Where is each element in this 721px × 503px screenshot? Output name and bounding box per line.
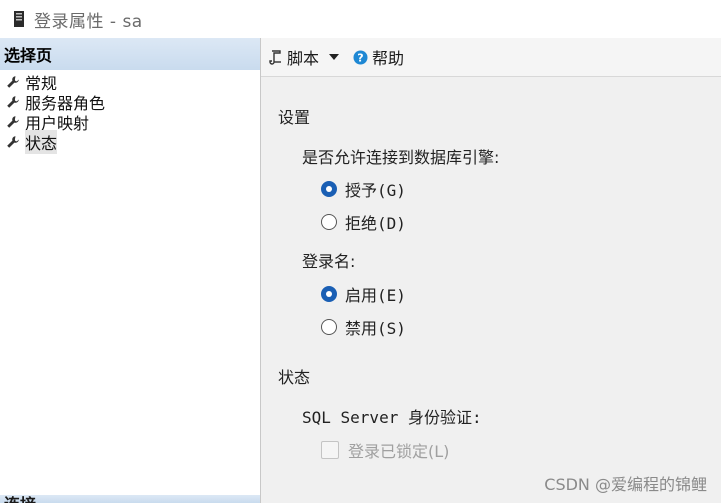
login-locked-checkbox xyxy=(321,441,339,459)
help-icon: ? xyxy=(353,50,368,64)
grant-radio[interactable] xyxy=(321,181,337,197)
deny-radio-row[interactable]: 拒绝(D) xyxy=(321,210,406,234)
deny-radio[interactable] xyxy=(321,214,337,230)
settings-section-title: 设置 xyxy=(278,108,311,127)
properties-pane: 脚本 ? 帮助 设置 是否允许连接到数据库引擎: 授予(G) 拒绝(D) 登录名… xyxy=(261,38,721,503)
page-item-label: 状态 xyxy=(25,130,58,154)
help-button[interactable]: ? 帮助 xyxy=(353,45,404,69)
enable-radio[interactable] xyxy=(321,286,337,302)
wrench-icon xyxy=(7,76,19,88)
page-list: 常规 服务器角色 用户映射 状态 xyxy=(0,70,260,154)
enable-label: 启用(E) xyxy=(345,286,406,305)
server-icon xyxy=(14,11,24,27)
script-button[interactable]: 脚本 xyxy=(269,45,343,69)
window-title: 登录属性 - sa xyxy=(34,11,143,32)
page-item-status[interactable]: 状态 xyxy=(0,130,260,154)
connection-header-label: 连接 xyxy=(0,495,36,503)
wrench-icon xyxy=(7,116,19,128)
login-locked-row: 登录已锁定(L) xyxy=(321,438,449,462)
script-icon xyxy=(269,50,281,65)
title-bar: 登录属性 - sa xyxy=(0,0,721,38)
deny-label: 拒绝(D) xyxy=(345,214,406,233)
wrench-icon xyxy=(7,136,19,148)
script-label: 脚本 xyxy=(287,49,320,68)
chevron-down-icon[interactable] xyxy=(329,54,340,60)
page-item-user-mapping[interactable]: 用户映射 xyxy=(0,112,260,133)
svg-text:?: ? xyxy=(357,51,363,64)
disable-radio[interactable] xyxy=(321,319,337,335)
grant-label: 授予(G) xyxy=(345,181,406,200)
grant-radio-row[interactable]: 授予(G) xyxy=(321,177,406,201)
select-page-header: 选择页 xyxy=(0,38,260,70)
toolbar: 脚本 ? 帮助 xyxy=(261,38,721,77)
wrench-icon xyxy=(7,96,19,108)
page-item-server-roles[interactable]: 服务器角色 xyxy=(0,92,260,113)
permission-label: 是否允许连接到数据库引擎: xyxy=(302,148,500,167)
connection-header: 连接 xyxy=(0,495,260,503)
disable-label: 禁用(S) xyxy=(345,319,406,338)
login-label: 登录名: xyxy=(302,252,356,271)
select-page-pane: 选择页 常规 服务器角色 用户映射 状态 连接 xyxy=(0,38,261,503)
status-section-title: 状态 xyxy=(278,368,311,387)
login-locked-label: 登录已锁定(L) xyxy=(348,442,450,461)
watermark: CSDN @爱编程的锦鲤 xyxy=(544,475,707,494)
disable-radio-row[interactable]: 禁用(S) xyxy=(321,315,406,339)
page-item-general[interactable]: 常规 xyxy=(0,72,260,93)
sql-auth-label: SQL Server 身份验证: xyxy=(302,408,482,427)
enable-radio-row[interactable]: 启用(E) xyxy=(321,282,406,306)
help-label: 帮助 xyxy=(372,49,405,68)
